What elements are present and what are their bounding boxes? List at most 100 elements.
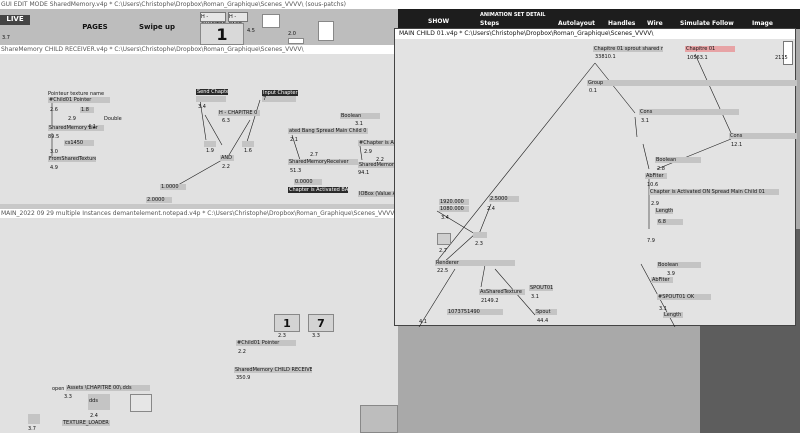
as-shared-texture-node[interactable]: AsSharedTexture (479, 289, 525, 295)
value-readout: 2.9 (651, 201, 659, 207)
iobox-node[interactable]: IOBox (Value Adv (358, 191, 398, 197)
renderer-node[interactable]: Renderer (435, 260, 515, 266)
value-readout: 4.1 (419, 319, 427, 325)
node[interactable] (242, 141, 254, 147)
texture-loader-node[interactable]: TEXTURE_LOADER (62, 420, 110, 426)
chapitre-01-node[interactable]: Chapitre 01 (685, 46, 735, 52)
value-readout: 44.4 (537, 318, 549, 324)
spout01-node[interactable]: SPOUT01 (529, 285, 553, 291)
number-pad-1[interactable]: 1 (274, 314, 300, 332)
value-readout: 3.1 (531, 294, 539, 300)
io-box[interactable] (28, 414, 40, 424)
boolean-node[interactable]: Boolean (657, 262, 701, 268)
value-readout: 2.9 (364, 149, 372, 155)
value-readout: 0.1 (589, 88, 597, 94)
io-box[interactable]: 2.5000 (489, 196, 519, 202)
value-readout: 3.0 (50, 149, 58, 155)
io-string-box[interactable]: 1073751490 (447, 309, 503, 315)
value-readout: 2.1 (290, 137, 298, 143)
io-box[interactable] (196, 96, 226, 102)
io-box[interactable]: 1.0000 (160, 184, 186, 190)
value-readout: 2.7 (310, 152, 318, 158)
value-readout: 3.3 (64, 394, 72, 400)
value-readout: 2.4 (90, 413, 98, 419)
length-node[interactable]: Length (663, 312, 683, 318)
cons-node[interactable]: Cons (639, 109, 739, 115)
spout-node[interactable]: Spout (535, 309, 557, 315)
spread-node[interactable]: ated Bang Spread Main Child 0 (288, 128, 368, 134)
node[interactable] (204, 141, 216, 147)
value-readout: 2.9 (68, 116, 76, 122)
abfiter-node[interactable]: AbFiter (645, 173, 667, 179)
value-readout: 4.9 (50, 165, 58, 171)
value-readout: 2.3 (475, 241, 483, 247)
assets-path-node[interactable]: Assets \CHAPITRE 00\.dds (66, 385, 150, 391)
value-readout: 6.3 (222, 118, 230, 124)
texture-preview (130, 394, 152, 412)
chapter-bang-label: Chapter is Activated BANG (288, 187, 348, 193)
open-label: open (52, 386, 65, 392)
shared-memory-node[interactable]: SharedMemory (358, 162, 398, 168)
value-readout: 10563.1 (687, 55, 708, 61)
group-node[interactable]: Group (587, 80, 797, 86)
value-readout: 350.9 (236, 375, 251, 381)
boolean-node[interactable]: Boolean (340, 113, 380, 119)
length-node[interactable]: Length (655, 208, 673, 214)
send-chapter-node[interactable]: Send Chapter (196, 89, 228, 95)
child-wires (418, 53, 732, 327)
shared-memory-receiver-node[interactable]: SharedMemoryReceiver (288, 159, 358, 165)
value-readout: 2.7 (439, 248, 447, 254)
value-readout: 2.8 (657, 166, 665, 172)
chapter-spread-node[interactable]: Chapter is Activated ON Spread Main Chil… (649, 189, 779, 195)
io-string-box[interactable]: cs1450 (64, 140, 94, 146)
value-readout: 3.4 (441, 215, 449, 221)
io-box[interactable]: 2.0000 (146, 197, 172, 203)
value-readout: 1.9 (206, 148, 214, 154)
from-shared-texture-node[interactable]: FromSharedTexture (48, 156, 96, 162)
double-label: Double (104, 116, 122, 122)
resolution-y-box[interactable]: 1080.000 (439, 206, 469, 212)
cons-node[interactable]: Cons (729, 133, 797, 139)
abfiter-node[interactable]: AbFiter (651, 277, 673, 283)
renderer-preview (360, 405, 398, 433)
spout-ok-node[interactable]: #SPOUT01 OK (657, 294, 711, 300)
value-readout: 3.3 (312, 333, 320, 339)
value-readout: 2.4 (487, 206, 495, 212)
node[interactable] (473, 232, 487, 238)
main-child-window: MAIN CHILD 01.v4p * C:\Users\Christophe\… (394, 28, 797, 327)
value-readout: 12.1 (731, 142, 743, 148)
io-box[interactable]: 0.0000 (294, 179, 322, 185)
value-readout: 1.6 (244, 148, 252, 154)
chapter-active-node[interactable]: #Chapter is Activated (358, 140, 398, 146)
value-readout: 2.3 (278, 333, 286, 339)
value-readout: 94.1 (358, 170, 370, 176)
scrollbar[interactable] (783, 41, 793, 65)
value-readout: 33810.1 (595, 54, 616, 60)
value-readout: 22.5 (437, 268, 449, 274)
chapitre-spout-node[interactable]: Chapitre 01 sprout shared mem (593, 46, 663, 52)
shared-memory-child-node[interactable]: SharedMemory CHILD RECEIVER (234, 367, 312, 373)
number-pad-7[interactable]: 7 (308, 314, 334, 332)
io-box[interactable]: 6.8 (657, 219, 683, 225)
child-pointer-node[interactable]: #Child01 Pointer (48, 97, 110, 103)
window-title-main-2022: MAIN_2022 09 29 multiple Instances deman… (0, 209, 399, 218)
color-box[interactable] (437, 233, 451, 245)
value-readout: 2.2 (238, 349, 246, 355)
value-readout: 3.7 (28, 426, 36, 432)
io-box[interactable]: 7 (262, 96, 296, 102)
chapitre-node[interactable]: H - CHAPITRE 0 (218, 110, 260, 116)
value-readout: 3.1 (355, 121, 363, 127)
dds-node[interactable]: dds (88, 394, 110, 410)
io-box[interactable]: 1.8 (80, 107, 94, 113)
resolution-x-box[interactable]: 1920.000 (439, 199, 469, 205)
value-readout: 51.3 (290, 168, 302, 174)
child-pointer-node[interactable]: #Child01 Pointer (236, 340, 296, 346)
value-readout: 7.9 (647, 238, 655, 244)
and-node[interactable]: AND (220, 155, 234, 161)
value-readout: 2.6 (50, 107, 58, 113)
value-readout: 4.1 (88, 124, 96, 130)
value-readout: 2149.2 (481, 298, 499, 304)
value-readout: 2.2 (222, 164, 230, 170)
value-readout: 3.1 (641, 118, 649, 124)
boolean-node[interactable]: Boolean (655, 157, 701, 163)
